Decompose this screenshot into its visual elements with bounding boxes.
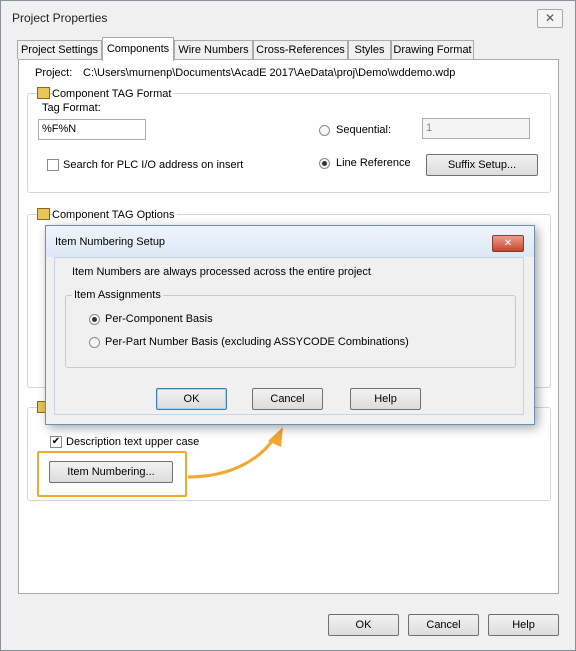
line-reference-radio[interactable] — [319, 158, 330, 169]
sequential-input[interactable]: 1 — [422, 118, 530, 139]
dialog-info-text: Item Numbers are always processed across… — [72, 266, 371, 278]
tab-cross-references[interactable]: Cross-References — [253, 40, 348, 59]
tag-format-group-title: Component TAG Format — [52, 88, 174, 100]
plc-search-checkbox[interactable] — [47, 159, 59, 171]
cancel-button[interactable]: Cancel — [408, 614, 479, 636]
tab-styles[interactable]: Styles — [348, 40, 391, 59]
title-bar[interactable]: Project Properties ✕ — [1, 1, 575, 35]
dialog-title-bar[interactable]: Item Numbering Setup ✕ — [46, 226, 534, 257]
tag-options-group-title: Component TAG Options — [52, 209, 177, 221]
callout-arrow-icon — [187, 427, 283, 479]
component-tag-icon — [37, 87, 50, 99]
dialog-close-icon[interactable]: ✕ — [492, 235, 524, 252]
project-label: Project: — [35, 67, 73, 79]
tab-project-settings[interactable]: Project Settings — [17, 40, 102, 59]
per-part-radio[interactable] — [89, 337, 100, 348]
tag-options-icon — [37, 208, 50, 220]
item-numbering-highlight — [37, 451, 187, 497]
ok-button[interactable]: OK — [328, 614, 399, 636]
item-assignments-title: Item Assignments — [72, 289, 163, 301]
item-assignments-group — [65, 295, 516, 368]
item-numbering-dialog: Item Numbering Setup ✕ Item Numbers are … — [45, 225, 535, 425]
window-title: Project Properties — [12, 11, 108, 25]
tab-wire-numbers[interactable]: Wire Numbers — [174, 40, 253, 59]
per-component-label: Per-Component Basis — [105, 313, 213, 325]
project-path: C:\Users\murnenp\Documents\AcadE 2017\Ae… — [83, 67, 456, 79]
plc-search-label: Search for PLC I/O address on insert — [63, 159, 244, 171]
per-component-radio[interactable] — [89, 314, 100, 325]
dialog-body: Item Numbers are always processed across… — [54, 257, 524, 415]
suffix-setup-button[interactable]: Suffix Setup... — [426, 154, 538, 176]
close-icon[interactable]: ✕ — [537, 9, 563, 28]
tab-components[interactable]: Components — [102, 37, 174, 61]
tab-drawing-format[interactable]: Drawing Format — [391, 40, 474, 59]
dialog-ok-button[interactable]: OK — [156, 388, 227, 410]
sequential-radio[interactable] — [319, 125, 330, 136]
line-reference-label: Line Reference — [336, 157, 411, 169]
tag-format-label: Tag Format: — [42, 102, 101, 114]
dialog-cancel-button[interactable]: Cancel — [252, 388, 323, 410]
dialog-title: Item Numbering Setup — [55, 236, 166, 248]
description-upper-checkbox[interactable]: ✔ — [50, 436, 62, 448]
tag-format-input[interactable]: %F%N — [38, 119, 146, 140]
tag-format-group — [27, 93, 551, 193]
dialog-help-button[interactable]: Help — [350, 388, 421, 410]
sequential-label: Sequential: — [336, 124, 392, 136]
help-button[interactable]: Help — [488, 614, 559, 636]
per-part-label: Per-Part Number Basis (excluding ASSYCOD… — [105, 336, 409, 348]
